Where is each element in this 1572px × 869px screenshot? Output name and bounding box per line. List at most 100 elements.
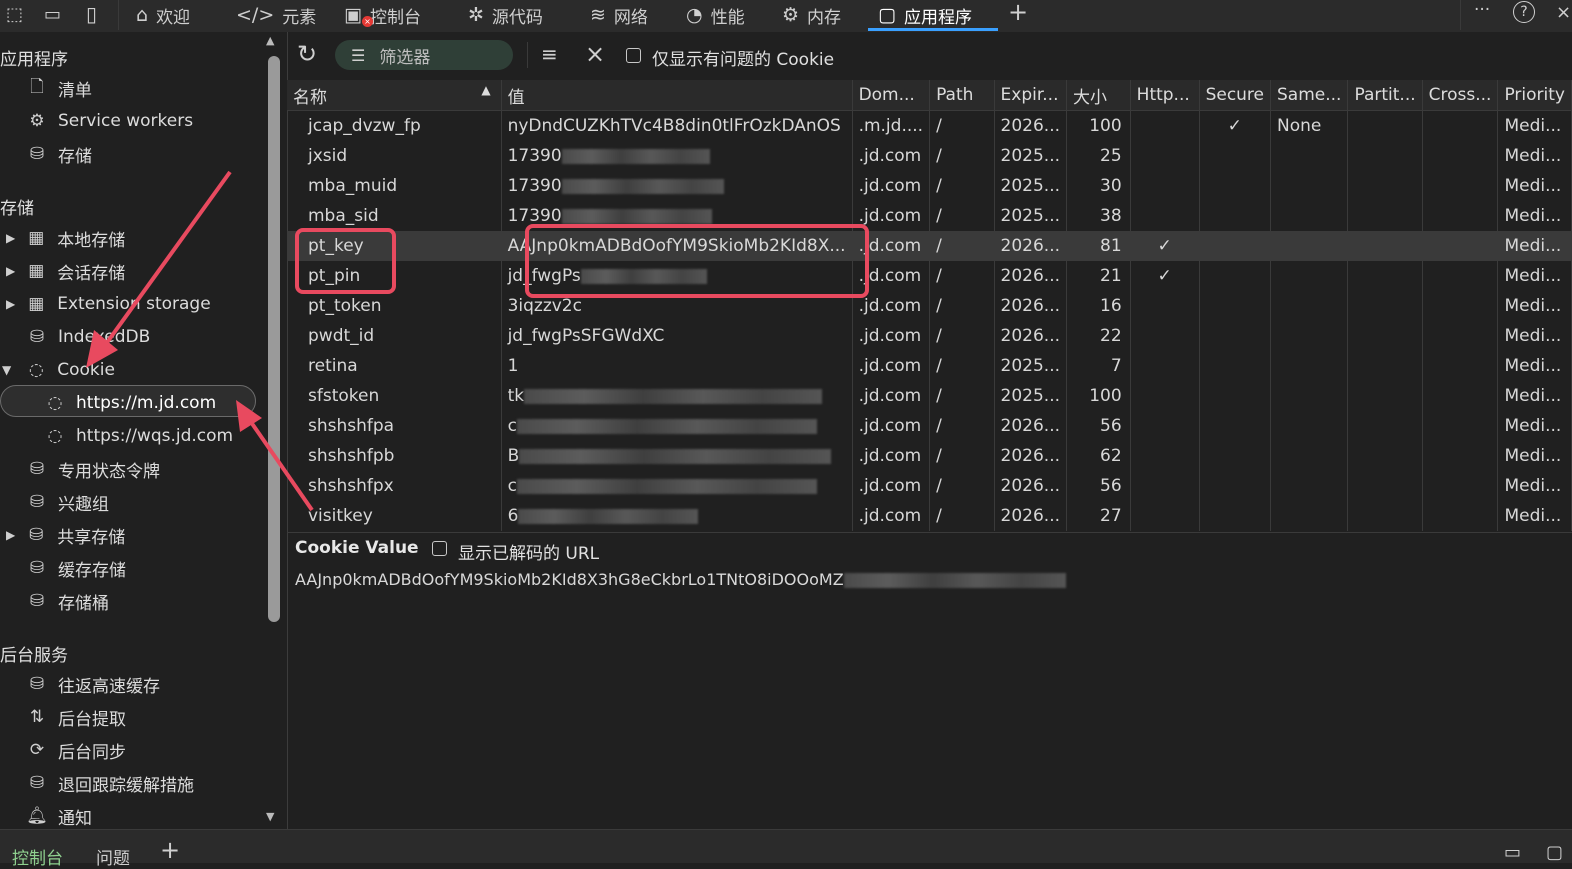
col-value[interactable]: 值 [501, 80, 853, 111]
collapse-arrow-icon[interactable]: ▼ [2, 363, 11, 377]
help-button[interactable]: ? [1513, 1, 1535, 23]
sidebar-item-indexeddb[interactable]: ⛁ IndexedDB [26, 321, 150, 353]
col-name[interactable]: 名称 ▲ [287, 80, 502, 111]
expand-arrow-icon[interactable]: ▶ [6, 528, 15, 542]
tab-welcome[interactable]: ⌂ 欢迎 [136, 0, 190, 30]
tab-application[interactable]: ▢ 应用程序 [878, 0, 972, 30]
cookie-path-cell-text: / [936, 326, 942, 346]
drawer-add-button[interactable]: + [160, 836, 180, 864]
table-row[interactable]: jxsid 17390 .jd.com / 2025... 25 Medi... [287, 141, 1572, 171]
only-issues-checkbox[interactable] [626, 48, 641, 63]
dock-drawer-icon[interactable]: ▭ [1504, 842, 1521, 863]
sidebar-item-background-sync[interactable]: ⟳ 后台同步 [26, 734, 126, 766]
tab-label: 元素 [282, 7, 317, 28]
sidebar-item-extension-storage[interactable]: ▶ ▦ Extension storage [6, 288, 211, 320]
close-drawer-icon[interactable]: ▢ [1546, 842, 1563, 863]
drawer-tab-console[interactable]: 控制台 [12, 844, 63, 869]
tab-sources[interactable]: ✲ 源代码 [468, 0, 543, 30]
sidebar-item-cache-storage[interactable]: ⛁ 缓存存储 [26, 552, 126, 584]
col-expires[interactable]: Expir... [994, 80, 1068, 111]
device-icon[interactable]: ▭ [44, 4, 61, 25]
cookie-size-cell: 16 [1066, 291, 1131, 321]
table-row[interactable]: shshshfpa c .jd.com / 2026... 56 Medi... [287, 411, 1572, 441]
cookie-domain-cell: .jd.com [852, 171, 931, 201]
filter-input[interactable]: ☰ 筛选器 [335, 40, 513, 70]
sidebar-item-notifications[interactable]: 🔔︎ 通知 [26, 800, 92, 832]
table-row[interactable]: retina 1 .jd.com / 2025... 7 Medi... [287, 351, 1572, 381]
tab-memory[interactable]: ⚙ 内存 [782, 0, 841, 30]
col-secure[interactable]: Secure [1199, 80, 1272, 111]
table-row[interactable]: shshshfpb B .jd.com / 2026... 62 Medi... [287, 441, 1572, 471]
cookie-value-cell-text: 17390 [507, 146, 562, 166]
cookie-secure-cell [1199, 501, 1272, 531]
sidebar-item-local-storage[interactable]: ▶ ▦ 本地存储 [6, 222, 125, 254]
col-path[interactable]: Path [929, 80, 995, 111]
cookie-httponly-cell [1130, 351, 1200, 381]
col-cross-site[interactable]: Cross... [1422, 80, 1499, 111]
sidebar-item-private-state-tokens[interactable]: ⛁ 专用状态令牌 [26, 453, 160, 485]
table-row[interactable]: mba_sid 17390 .jd.com / 2025... 38 Medi... [287, 201, 1572, 231]
sidebar-item-service-workers[interactable]: ⚙ Service workers [26, 105, 193, 137]
tab-console[interactable]: ▣ × 控制台 [344, 0, 421, 30]
clear-filtered-icon[interactable]: ≡ [541, 42, 558, 66]
sidebar-item-cookie-wqs-jd[interactable]: ◌ https://wqs.jd.com [44, 420, 234, 452]
expand-arrow-icon[interactable]: ▶ [6, 231, 15, 245]
scroll-down-icon[interactable]: ▼ [266, 810, 274, 823]
sidebar-item-storage[interactable]: ⛁ 存储 [26, 138, 92, 170]
table-row[interactable]: visitkey 6 .jd.com / 2026... 27 Medi... [287, 501, 1572, 531]
col-httponly[interactable]: Http... [1130, 80, 1200, 111]
tab-network[interactable]: ≋ 网络 [590, 0, 648, 30]
tab-elements[interactable]: </> 元素 [236, 0, 316, 30]
sidebar-section-background-services: 后台服务 [0, 646, 68, 666]
cookie-httponly-cell-text: ✓ [1157, 236, 1172, 256]
cookie-priority-cell: Medi... [1497, 411, 1572, 441]
add-tab-button[interactable]: + [1008, 0, 1028, 26]
sidebar-item-storage-buckets[interactable]: ⛁ 存储桶 [26, 585, 109, 617]
cookie-samesite-cell [1270, 351, 1349, 381]
close-icon[interactable]: × [1556, 2, 1571, 23]
sync-icon: ⟳ [29, 740, 45, 760]
col-domain[interactable]: Dom... [852, 80, 931, 111]
col-samesite[interactable]: Same... [1270, 80, 1349, 111]
sidebar-item-cookie-m-jd[interactable]: ◌ https://m.jd.com [44, 387, 217, 419]
sidebar-item-shared-storage[interactable]: ▶ ⛁ 共享存储 [6, 519, 125, 551]
table-row[interactable]: pt_token 3iqzzv2c .jd.com / 2026... 16 Medi... [287, 291, 1572, 321]
col-size[interactable]: 大小 [1066, 80, 1131, 111]
table-row[interactable]: pwdt_id jd_fwgPsSFGWdXC .jd.com / 2026... 22 M… [287, 321, 1572, 351]
table-row[interactable]: pt_key AAJnp0kmADBdOofYM9SkioMb2KId8X....… [287, 231, 1572, 261]
sidebar-item-manifest[interactable]: 🗋 清单 [26, 72, 92, 104]
delete-selected-icon[interactable]: × [585, 40, 605, 68]
show-decoded-checkbox[interactable] [432, 541, 447, 556]
sidebar-item-bfcache[interactable]: ⛁ 往返高速缓存 [26, 668, 160, 700]
table-row[interactable]: sfstoken tk .jd.com / 2025... 100 Medi... [287, 381, 1572, 411]
sidebar-item-bounce-tracking[interactable]: ⛁ 退回跟踪缓解措施 [26, 767, 194, 799]
refresh-icon[interactable]: ↻ [297, 40, 317, 68]
table-row[interactable]: pt_pin jd_fwgPs .jd.com/2026... 21 ✓ Medi... [287, 261, 1572, 291]
col-partition[interactable]: Partit... [1347, 80, 1423, 111]
bug-icon: ✲ [468, 4, 484, 26]
cookie-priority-cell: Medi... [1497, 231, 1572, 261]
sidebar-item-session-storage[interactable]: ▶ ▦ 会话存储 [6, 255, 125, 287]
code-icon: </> [236, 4, 275, 26]
drawer-tab-issues[interactable]: 问题 [96, 844, 130, 869]
col-priority[interactable]: Priority [1497, 80, 1572, 111]
sidebar-scroll-thumb[interactable] [268, 56, 280, 622]
inspect-icon[interactable]: ⬚ [6, 4, 23, 25]
table-row[interactable]: shshshfpx c .jd.com / 2026... 56 Medi... [287, 471, 1572, 501]
redacted-blur [843, 573, 1066, 588]
more-button[interactable]: ··· [1474, 0, 1490, 20]
cookie-partition-cell [1347, 381, 1423, 411]
expand-arrow-icon[interactable]: ▶ [6, 297, 15, 311]
cookie-value-cell-text: 6 [507, 506, 519, 526]
tab-performance[interactable]: ◔ 性能 [686, 0, 745, 30]
cookie-path-cell-text: / [936, 386, 942, 406]
scroll-up-icon[interactable]: ▲ [266, 34, 274, 47]
sidebar-item-interest-groups[interactable]: ⛁ 兴趣组 [26, 486, 109, 518]
table-row[interactable]: mba_muid 17390 .jd.com / 2025... 30 Medi... [287, 171, 1572, 201]
dock-icon[interactable]: ▯ [86, 2, 97, 26]
sidebar-item-background-fetch[interactable]: ⇅ 后台提取 [26, 701, 126, 733]
table-row[interactable]: jcap_dvzw_fp nyDndCUZKhTVc4B8din0tlFrOzkD… [287, 110, 1572, 141]
sidebar-item-cookie[interactable]: ▼ ◌ Cookie [2, 354, 115, 386]
expand-arrow-icon[interactable]: ▶ [6, 264, 15, 278]
cookie-priority-cell-text: Medi... [1504, 476, 1562, 496]
